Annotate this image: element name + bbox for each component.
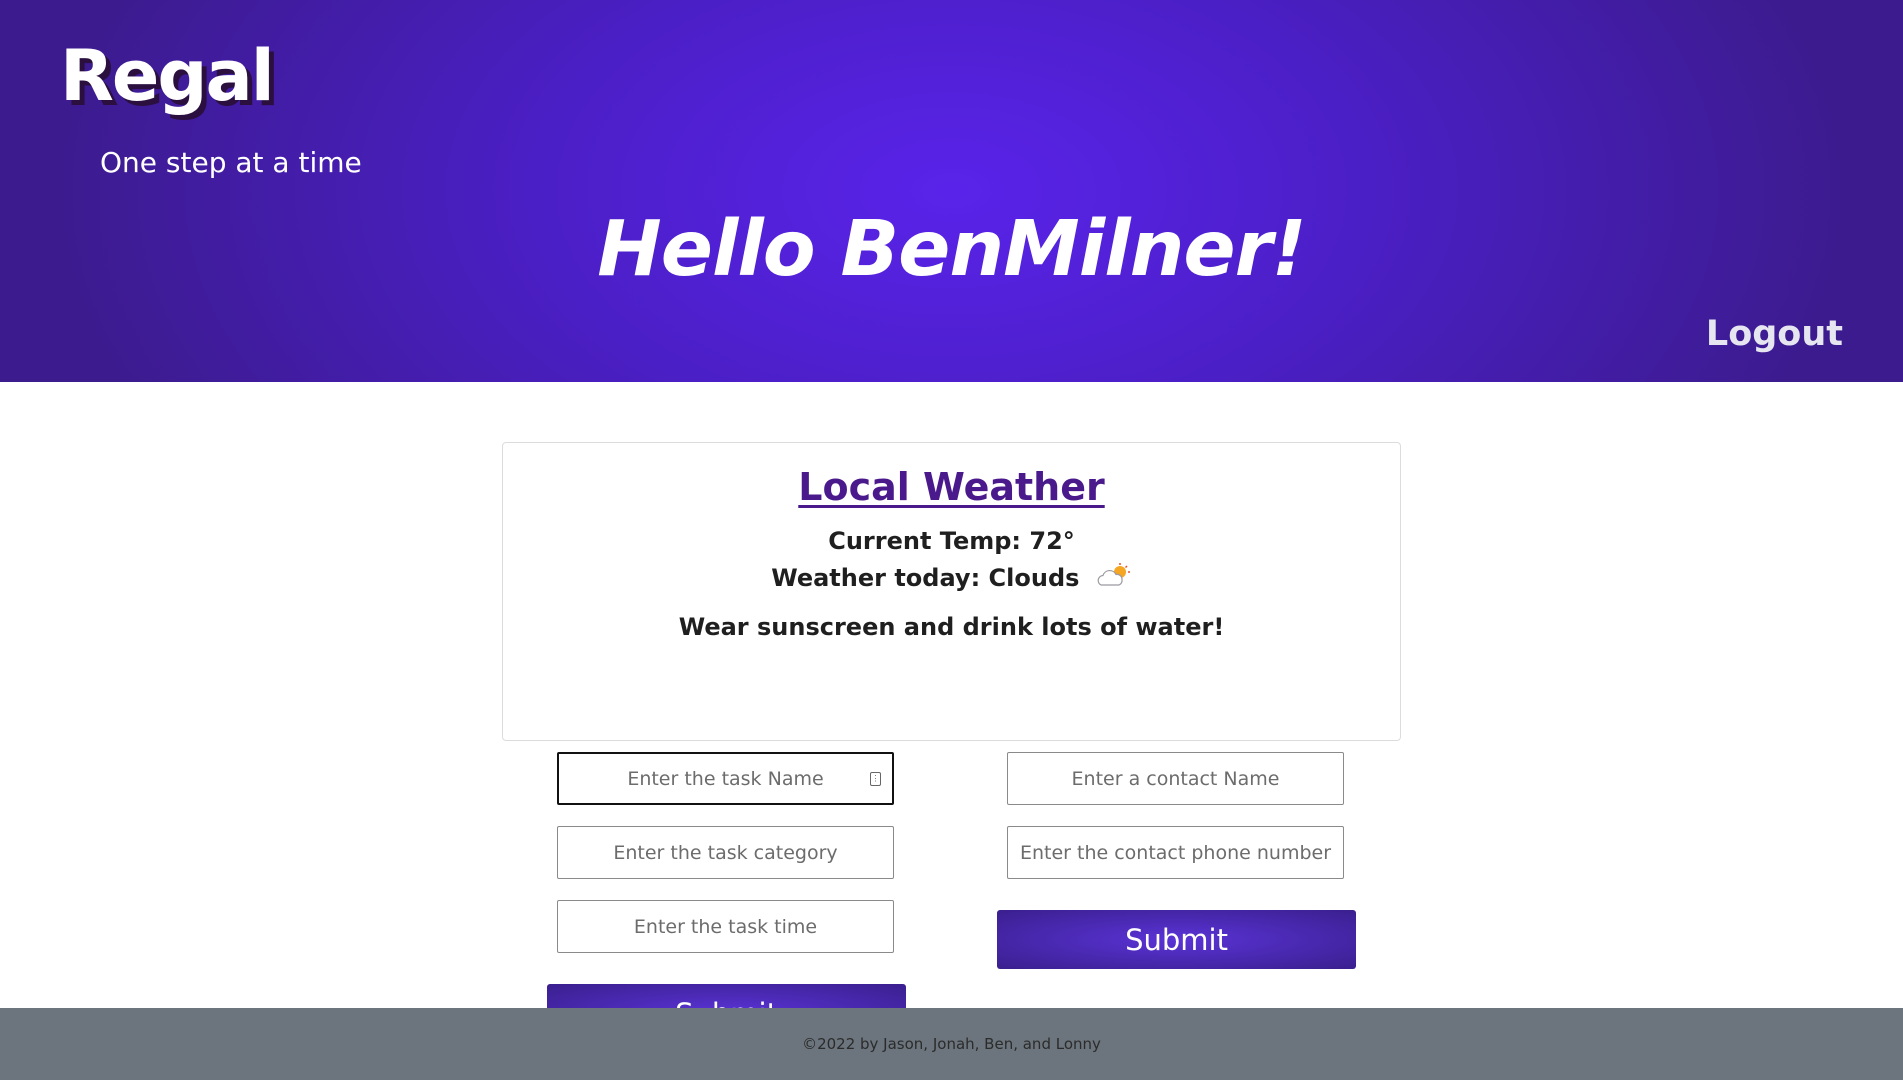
footer-copyright: ©2022 by Jason, Jonah, Ben, and Lonny — [802, 1035, 1101, 1053]
weather-conditions-text: Weather today: Clouds — [771, 564, 1080, 592]
weather-title[interactable]: Local Weather — [798, 465, 1104, 509]
contact-phone-input[interactable] — [1007, 826, 1344, 879]
logout-link[interactable]: Logout — [1706, 314, 1843, 354]
autofill-key-icon[interactable]: ⋮ — [870, 772, 881, 786]
task-category-input[interactable] — [557, 826, 894, 879]
cloud-sun-icon — [1096, 563, 1132, 595]
site-header: Regal One step at a time Hello BenMilner… — [0, 0, 1903, 382]
contact-submit-button[interactable]: Submit — [997, 910, 1356, 969]
greeting-heading: Hello BenMilner! — [597, 205, 1306, 294]
brand-logo: Regal — [60, 35, 275, 117]
task-time-input[interactable] — [557, 900, 894, 953]
current-temp: Current Temp: 72° — [828, 527, 1075, 555]
weather-card: Local Weather Current Temp: 72° Weather … — [502, 442, 1401, 741]
site-footer: ©2022 by Jason, Jonah, Ben, and Lonny — [0, 1008, 1903, 1080]
weather-advice: Wear sunscreen and drink lots of water! — [678, 613, 1225, 641]
tagline: One step at a time — [100, 146, 362, 179]
contact-name-input[interactable] — [1007, 752, 1344, 805]
task-name-input[interactable] — [557, 752, 894, 805]
weather-conditions: Weather today: Clouds — [503, 563, 1400, 595]
